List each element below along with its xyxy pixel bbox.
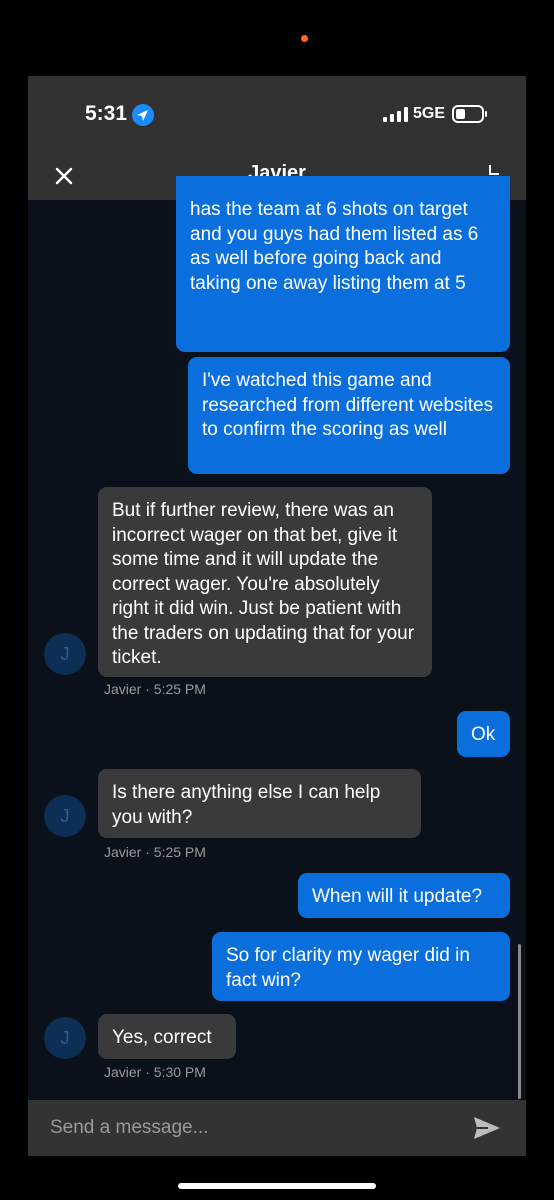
outgoing-message: When will it update? xyxy=(298,873,510,918)
message-input[interactable] xyxy=(50,1114,450,1142)
network-type: 5GE xyxy=(413,105,446,122)
message-composer xyxy=(28,1100,526,1156)
message-meta: Javier · 5:30 PM xyxy=(104,1064,206,1080)
home-indicator[interactable] xyxy=(178,1183,376,1189)
message-meta: Javier · 5:25 PM xyxy=(104,681,206,697)
privacy-indicator-dot xyxy=(301,35,308,42)
message-text: Is there anything else I can help you wi… xyxy=(112,782,381,828)
message-text: When will it update? xyxy=(312,886,483,907)
avatar: J xyxy=(44,633,86,675)
message-text: But if further review, there was an inco… xyxy=(112,500,415,668)
phone-screen: 5:31 5GE Javier has the team at 6 shots … xyxy=(0,0,554,1200)
send-icon[interactable] xyxy=(472,1113,502,1143)
signal-bars-icon xyxy=(383,107,408,122)
avatar: J xyxy=(44,795,86,837)
outgoing-message: has the team at 6 shots on target and yo… xyxy=(176,176,510,352)
message-text: Ok xyxy=(471,724,496,745)
message-text: Yes, correct xyxy=(112,1027,212,1048)
location-arrow-icon xyxy=(132,104,154,126)
outgoing-message: I've watched this game and researched fr… xyxy=(188,357,510,474)
status-time: 5:31 xyxy=(85,102,128,125)
chat-window: 5:31 5GE Javier has the team at 6 shots … xyxy=(28,76,526,1156)
incoming-message: But if further review, there was an inco… xyxy=(98,487,432,677)
message-text: So for clarity my wager did in fact win? xyxy=(226,945,470,991)
message-meta: Javier · 5:25 PM xyxy=(104,844,206,860)
status-bar: 5:31 5GE xyxy=(28,76,526,152)
outgoing-message: Ok xyxy=(457,711,510,757)
incoming-message: Is there anything else I can help you wi… xyxy=(98,769,421,838)
scrollbar[interactable] xyxy=(518,944,521,1099)
battery-icon xyxy=(452,105,487,123)
avatar: J xyxy=(44,1017,86,1059)
outgoing-message: So for clarity my wager did in fact win? xyxy=(212,932,510,1001)
incoming-message: Yes, correct xyxy=(98,1014,236,1059)
message-text: I've watched this game and researched fr… xyxy=(202,370,494,440)
message-text: has the team at 6 shots on target and yo… xyxy=(190,199,479,294)
